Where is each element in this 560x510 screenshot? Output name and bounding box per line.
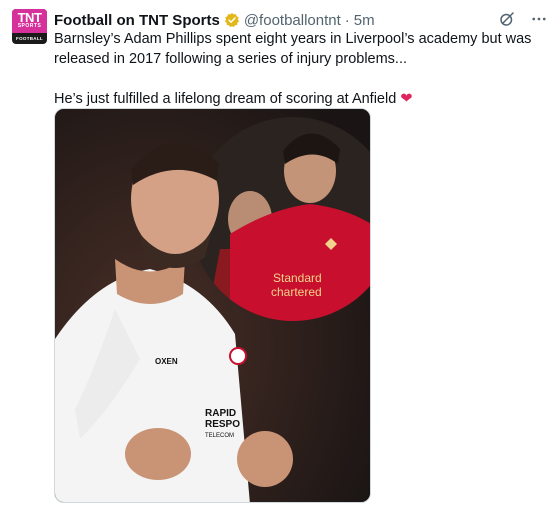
display-name[interactable]: Football on TNT Sports xyxy=(54,12,220,29)
tweet-text-paragraph-2: He’s just fulfilled a lifelong dream of … xyxy=(54,89,534,109)
avatar-line-3: FOOTBALL xyxy=(16,36,43,41)
tweet-text: Barnsley’s Adam Phillips spent eight yea… xyxy=(54,29,534,109)
shirt-sponsor-chest-3: TELECOM xyxy=(205,433,234,439)
heart-emoji-icon: ❤ xyxy=(400,91,413,107)
tweet-media-image[interactable]: Standard chartered OXEN RAPID RESPO TELE… xyxy=(54,108,371,503)
handle[interactable]: @footballontnt xyxy=(244,12,341,29)
separator-dot: · xyxy=(344,11,350,29)
inset-sponsor-2: chartered xyxy=(271,285,322,299)
avatar-line-2: SPORTS xyxy=(17,23,42,29)
timestamp[interactable]: 5m xyxy=(354,12,375,29)
shirt-sponsor-chest-2: RESPO xyxy=(205,419,240,430)
shirt-sponsor-main: OXEN xyxy=(155,357,178,366)
tweet-text-line-2: He’s just fulfilled a lifelong dream of … xyxy=(54,91,397,107)
avatar[interactable]: TNT SPORTS FOOTBALL xyxy=(12,9,47,44)
tweet-text-paragraph-1: Barnsley’s Adam Phillips spent eight yea… xyxy=(54,31,532,67)
verified-badge-icon[interactable] xyxy=(224,12,240,28)
tweet: TNT SPORTS FOOTBALL Football on TNT Spor… xyxy=(0,0,560,510)
tweet-header: Football on TNT Sports @footballontnt · … xyxy=(54,10,375,30)
inset-sponsor-1: Standard xyxy=(273,271,322,285)
shirt-sponsor-chest-1: RAPID xyxy=(205,408,236,419)
